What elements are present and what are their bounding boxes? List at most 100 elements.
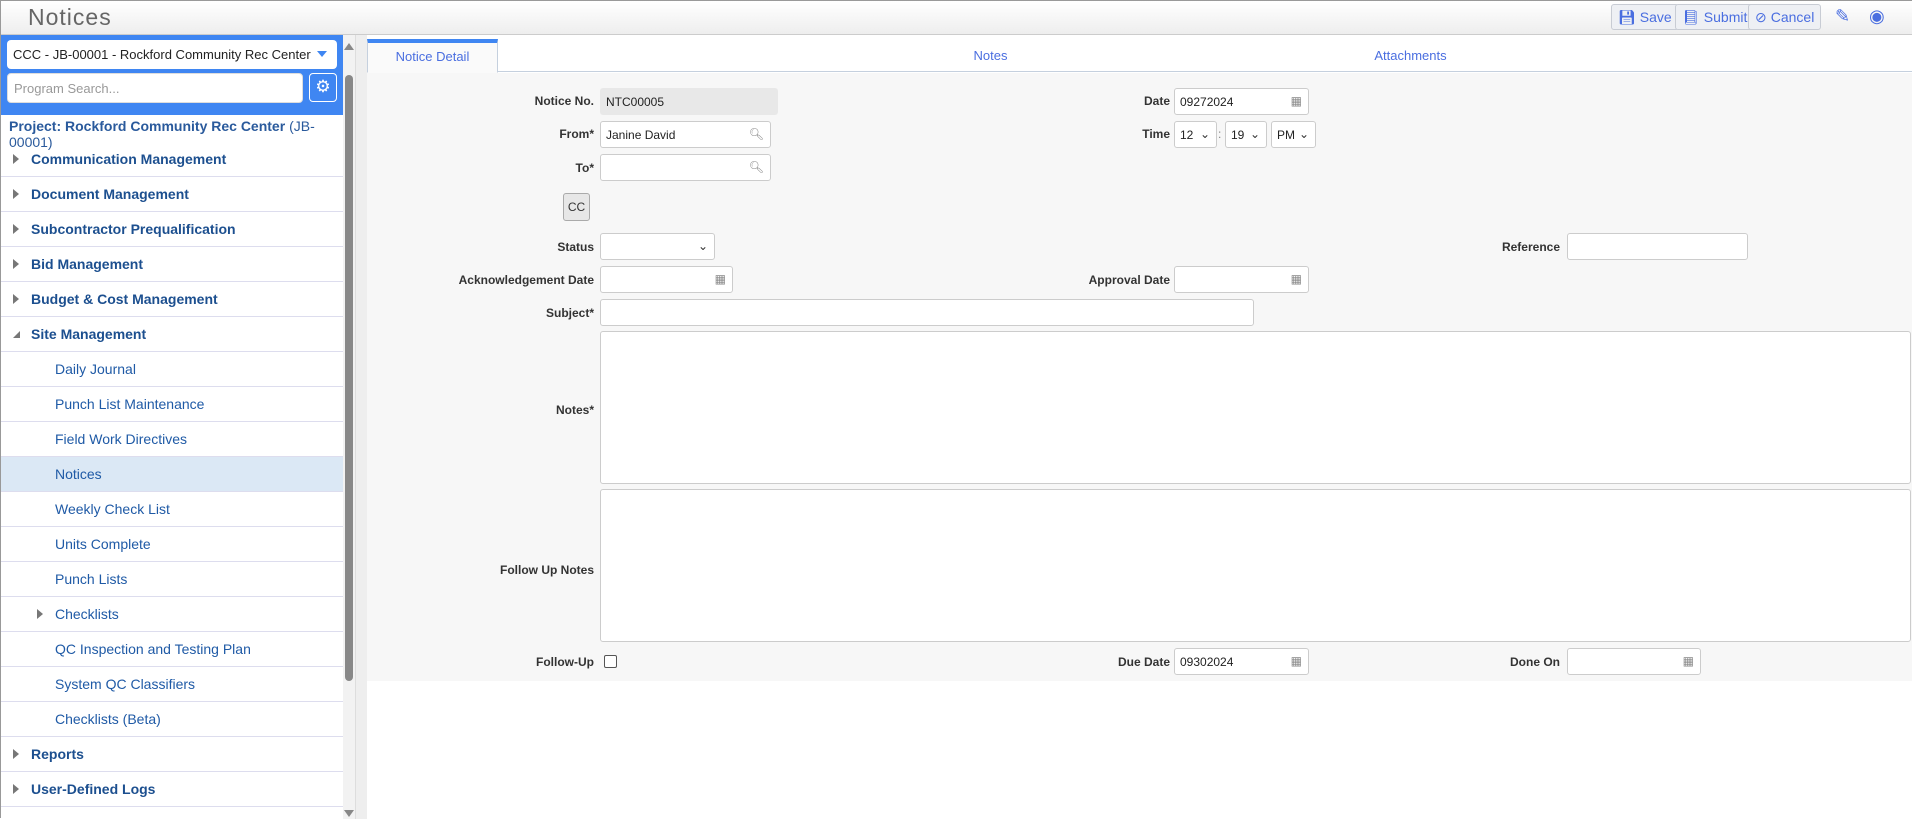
due-date-field[interactable]: 09302024 ▦ — [1174, 648, 1309, 675]
submit-button[interactable]: 📘︎ Submit — [1675, 4, 1755, 30]
calendar-icon[interactable]: ▦ — [1291, 654, 1302, 668]
save-icon: 💾︎ — [1618, 8, 1636, 25]
due-date-label: Due Date — [1117, 655, 1170, 669]
caret-right-icon[interactable] — [13, 259, 19, 269]
notice-no-label: Notice No. — [534, 94, 594, 108]
sidebar-item-document-management[interactable]: Document Management — [1, 177, 343, 212]
caret-right-icon[interactable] — [13, 294, 19, 304]
sidebar-item-label: System QC Classifiers — [55, 676, 196, 692]
sidebar-item-label: Punch Lists — [55, 571, 128, 587]
sidebar-item-checklists[interactable]: Checklists — [1, 597, 343, 632]
notice-no-field: NTC00005 — [600, 88, 778, 115]
date-field[interactable]: 09272024 ▦ — [1174, 88, 1309, 115]
sidebar-item-qc-inspection-and-testing-plan[interactable]: QC Inspection and Testing Plan — [1, 632, 343, 667]
program-search-input[interactable]: Program Search... — [7, 73, 303, 103]
sidebar-item-reports[interactable]: Reports — [1, 737, 343, 772]
save-button[interactable]: 💾︎ Save — [1611, 4, 1679, 30]
caret-right-icon[interactable] — [13, 749, 19, 759]
panel-splitter[interactable] — [355, 35, 367, 819]
user-profile-icon[interactable]: ◉ — [1869, 6, 1885, 27]
sidebar-item-weekly-check-list[interactable]: Weekly Check List — [1, 492, 343, 527]
to-field[interactable]: 🔍︎ — [600, 154, 771, 181]
calendar-icon[interactable]: ▦ — [1291, 272, 1302, 286]
project-select[interactable]: CCC - JB-00001 - Rockford Community Rec … — [7, 40, 337, 69]
ampm-select[interactable]: PM ⌄ — [1271, 121, 1316, 148]
sidebar-item-site-management[interactable]: Site Management — [1, 317, 343, 352]
follow-up-notes-textarea[interactable] — [600, 489, 1911, 642]
done-on-field[interactable]: ▦ — [1567, 648, 1701, 675]
gear-icon[interactable]: ⚙ — [309, 73, 337, 102]
sidebar-item-checklists-beta[interactable]: Checklists (Beta) — [1, 702, 343, 737]
reference-field[interactable] — [1567, 233, 1748, 260]
approval-date-field[interactable]: ▦ — [1174, 266, 1309, 293]
sidebar-item-punch-lists[interactable]: Punch Lists — [1, 562, 343, 597]
follow-up-label: Follow-Up — [536, 655, 594, 669]
sidebar-controls: CCC - JB-00001 - Rockford Community Rec … — [1, 35, 343, 115]
sidebar-item-communication-management[interactable]: Communication Management — [1, 142, 343, 177]
caret-right-icon[interactable] — [37, 609, 43, 619]
notes-textarea[interactable] — [600, 331, 1911, 484]
acknowledgement-date-field[interactable]: ▦ — [600, 266, 733, 293]
scroll-up-icon[interactable] — [344, 43, 354, 50]
sidebar-item-label: Punch List Maintenance — [55, 396, 205, 412]
status-select[interactable]: ⌄ — [600, 233, 715, 260]
sidebar-item-subcontractor-prequalification[interactable]: Subcontractor Prequalification — [1, 212, 343, 247]
search-icon[interactable]: 🔍︎ — [749, 127, 764, 141]
sidebar-item-user-defined-logs[interactable]: User-Defined Logs — [1, 772, 343, 807]
cancel-icon: ⊘ — [1755, 8, 1767, 25]
time-label: Time — [1142, 127, 1170, 141]
search-icon[interactable]: 🔍︎ — [749, 160, 764, 174]
sidebar-item-units-complete[interactable]: Units Complete — [1, 527, 343, 562]
follow-up-notes-label: Follow Up Notes — [500, 563, 594, 577]
sidebar-item-label: Communication Management — [31, 151, 227, 167]
sidebar-item-label: Notices — [55, 466, 102, 482]
calendar-icon[interactable]: ▦ — [715, 272, 726, 286]
date-label: Date — [1143, 94, 1170, 108]
minute-select[interactable]: 19 ⌄ — [1225, 121, 1267, 148]
calendar-icon[interactable]: ▦ — [1683, 654, 1694, 668]
sidebar-item-notices[interactable]: Notices — [1, 457, 343, 492]
sidebar-item-label: Bid Management — [31, 256, 144, 272]
approval-date-label: Approval Date — [1088, 273, 1170, 287]
cc-button[interactable]: CC — [563, 193, 590, 221]
header: Notices 💾︎ Save 📘︎ Submit ⊘ Cancel ✎ ◉ — [1, 1, 1912, 35]
tab-notice-detail[interactable]: Notice Detail — [367, 39, 498, 73]
hour-select[interactable]: 12 ⌄ — [1174, 121, 1217, 148]
from-label: From* — [559, 127, 594, 141]
reference-label: Reference — [1501, 240, 1560, 254]
sidebar-item-label: User-Defined Logs — [31, 781, 156, 797]
tab-notes[interactable]: Notes — [927, 39, 1054, 72]
caret-right-icon[interactable] — [13, 784, 19, 794]
caret-right-icon[interactable] — [13, 154, 19, 164]
sidebar-item-label: Reports — [31, 746, 84, 762]
scrollbar-thumb[interactable] — [345, 75, 353, 681]
tab-attachments[interactable]: Attachments — [1347, 39, 1474, 72]
chevron-down-icon: ⌄ — [1199, 127, 1210, 141]
subject-field[interactable] — [600, 299, 1254, 326]
cancel-button[interactable]: ⊘ Cancel — [1748, 4, 1822, 30]
sidebar-item-daily-journal[interactable]: Daily Journal — [1, 352, 343, 387]
sidebar-item-label: Weekly Check List — [55, 501, 170, 517]
sidebar-item-punch-list-maintenance[interactable]: Punch List Maintenance — [1, 387, 343, 422]
caret-right-icon[interactable] — [13, 189, 19, 199]
sidebar-item-budget-cost-management[interactable]: Budget & Cost Management — [1, 282, 343, 317]
to-label: To* — [575, 161, 594, 175]
sidebar-item-bid-management[interactable]: Bid Management — [1, 247, 343, 282]
from-field[interactable]: Janine David 🔍︎ — [600, 121, 771, 148]
sidebar-item-label: Field Work Directives — [55, 431, 187, 447]
sidebar-item-label: Subcontractor Prequalification — [31, 221, 236, 237]
sidebar-item-field-work-directives[interactable]: Field Work Directives — [1, 422, 343, 457]
scroll-down-icon[interactable] — [344, 810, 354, 817]
sidebar-item-label: Document Management — [31, 186, 189, 202]
caret-down-icon[interactable] — [13, 331, 20, 338]
calendar-icon[interactable]: ▦ — [1291, 94, 1302, 108]
sidebar-scrollbar[interactable] — [343, 35, 355, 819]
sidebar-item-label: Checklists (Beta) — [55, 711, 161, 727]
follow-up-checkbox[interactable] — [604, 655, 617, 668]
caret-right-icon[interactable] — [13, 224, 19, 234]
navigation-menu: Communication Management Document Managem… — [1, 142, 343, 807]
edit-icon[interactable]: ✎ — [1835, 6, 1850, 27]
subject-label: Subject* — [545, 306, 594, 320]
page-title: Notices — [28, 4, 112, 30]
sidebar-item-system-qc-classifiers[interactable]: System QC Classifiers — [1, 667, 343, 702]
